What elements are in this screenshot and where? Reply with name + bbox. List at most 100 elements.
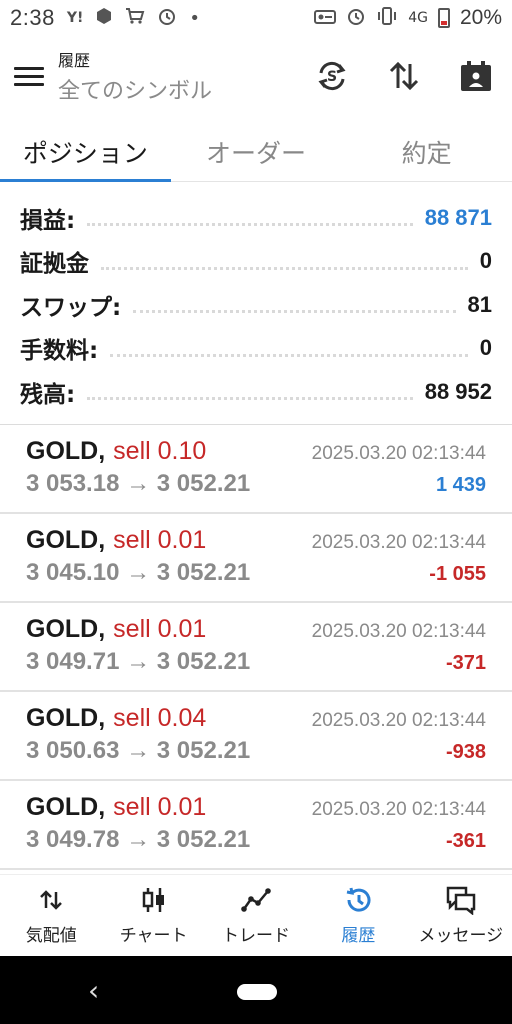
chart-icon xyxy=(140,885,168,915)
nav-label: メッセージ xyxy=(418,926,504,946)
summary-value: 0 xyxy=(479,248,492,274)
summary-label: 残高: xyxy=(20,381,76,408)
nav-label: チャート xyxy=(119,926,188,946)
trade-symbol: GOLD, xyxy=(26,793,106,821)
vibrate-icon xyxy=(376,6,398,30)
symbol-filter: 全てのシンボル xyxy=(58,79,213,104)
trade-side: sell 0.10 xyxy=(113,437,207,465)
list-item[interactable]: GOLD, sell 0.01 2025.03.20 02:13:44 3 04… xyxy=(0,514,512,603)
history-icon xyxy=(343,885,373,915)
summary-row-commission: 手数料: 0 xyxy=(0,327,512,371)
bottom-navigation: 気配値 チャート トレード 履歴 メッセージ xyxy=(0,874,512,956)
account-summary: 損益: 88 871 証拠金 0 スワップ: 81 手数料: 0 残高: 88 … xyxy=(0,196,512,414)
yahoo-icon: Y! xyxy=(66,10,84,26)
trade-profit: -1 055 xyxy=(429,563,486,585)
list-item[interactable]: GOLD, sell 0.01 2025.03.20 02:13:44 3 04… xyxy=(0,781,512,870)
trade-prices: 3 049.71 → 3 052.21 xyxy=(26,648,251,675)
home-pill[interactable] xyxy=(237,984,277,1000)
trade-symbol: GOLD, xyxy=(26,526,106,554)
summary-label: 手数料: xyxy=(20,338,99,365)
nav-label: 気配値 xyxy=(25,926,77,946)
trade-profit: -371 xyxy=(445,652,486,674)
trade-prices: 3 049.78 → 3 052.21 xyxy=(26,826,251,853)
sort-button[interactable] xyxy=(368,46,440,106)
list-item[interactable]: GOLD, sell 0.04 2025.03.20 02:13:44 3 05… xyxy=(0,692,512,781)
messages-icon xyxy=(445,885,477,915)
sort-icon xyxy=(389,61,419,91)
trade-prices: 3 053.18 → 3 052.21 xyxy=(26,470,251,497)
currency-convert-button[interactable]: S xyxy=(296,46,368,106)
back-icon[interactable]: ‹ xyxy=(88,974,99,1007)
cube-icon xyxy=(95,7,113,29)
tab-positions[interactable]: ポジション xyxy=(0,122,171,182)
vpn-icon xyxy=(314,7,337,29)
app-bar: 履歴 全てのシンボル S xyxy=(0,40,512,112)
tab-orders[interactable]: オーダー xyxy=(171,122,342,181)
summary-row-profit: 損益: 88 871 xyxy=(0,196,512,240)
dotted-leader xyxy=(133,310,456,314)
svg-text:S: S xyxy=(327,69,337,85)
nav-chart[interactable]: チャート xyxy=(102,875,204,956)
calendar-icon xyxy=(461,61,491,91)
title-block[interactable]: 履歴 全てのシンボル xyxy=(58,47,212,105)
summary-value: 0 xyxy=(479,335,492,361)
battery-icon xyxy=(437,8,450,28)
status-time: 2:38 xyxy=(10,5,55,30)
tab-deals[interactable]: 約定 xyxy=(341,122,512,181)
trade-side: sell 0.04 xyxy=(113,704,207,732)
alarm-icon xyxy=(157,6,177,30)
trade-profit: -938 xyxy=(445,741,486,763)
trade-time: 2025.03.20 02:13:44 xyxy=(311,443,486,464)
status-bar: 2:38 Y! • 4G 20% xyxy=(0,0,512,36)
dotted-leader xyxy=(110,353,468,357)
tab-bar: ポジション オーダー 約定 xyxy=(0,122,512,182)
trade-prices: 3 050.63 → 3 052.21 xyxy=(26,737,251,764)
nav-label: トレード xyxy=(222,926,291,946)
trade-symbol: GOLD, xyxy=(26,704,106,732)
dotted-leader xyxy=(101,266,468,270)
trade-side: sell 0.01 xyxy=(113,526,207,554)
network-label: 4G xyxy=(408,10,428,26)
trade-list: GOLD, sell 0.10 2025.03.20 02:13:44 3 05… xyxy=(0,425,512,870)
summary-value: 88 871 xyxy=(424,204,492,230)
menu-icon[interactable] xyxy=(14,66,44,86)
nav-trade[interactable]: トレード xyxy=(205,875,307,956)
cart-icon xyxy=(125,7,145,29)
trade-profit: 1 439 xyxy=(435,474,486,496)
nav-messages[interactable]: メッセージ xyxy=(410,875,512,956)
list-item[interactable]: GOLD, sell 0.10 2025.03.20 02:13:44 3 05… xyxy=(0,425,512,514)
trade-time: 2025.03.20 02:13:44 xyxy=(311,710,486,731)
page-title: 履歴 xyxy=(58,51,91,70)
trade-icon xyxy=(241,885,271,915)
summary-row-margin: 証拠金 0 xyxy=(0,240,512,284)
list-item[interactable]: GOLD, sell 0.01 2025.03.20 02:13:44 3 04… xyxy=(0,603,512,692)
trade-profit: -361 xyxy=(445,830,486,852)
trade-time: 2025.03.20 02:13:44 xyxy=(311,621,486,642)
trade-side: sell 0.01 xyxy=(113,615,207,643)
currency-convert-icon: S xyxy=(318,61,346,91)
summary-row-swap: スワップ: 81 xyxy=(0,283,512,327)
summary-label: スワップ: xyxy=(20,294,122,321)
alarm-icon xyxy=(346,6,366,30)
dotted-leader xyxy=(87,223,413,227)
nav-quotes[interactable]: 気配値 xyxy=(0,875,102,956)
summary-value: 88 952 xyxy=(424,378,492,404)
summary-label: 損益: xyxy=(20,207,76,234)
trade-time: 2025.03.20 02:13:44 xyxy=(311,532,486,553)
summary-label: 証拠金 xyxy=(20,251,89,278)
trade-symbol: GOLD, xyxy=(26,615,106,643)
trade-symbol: GOLD, xyxy=(26,437,106,465)
summary-row-balance: 残高: 88 952 xyxy=(0,370,512,414)
calendar-button[interactable] xyxy=(440,46,512,106)
nav-history[interactable]: 履歴 xyxy=(307,875,409,956)
dot-indicator: • xyxy=(189,7,200,29)
trade-prices: 3 045.10 → 3 052.21 xyxy=(26,559,251,586)
summary-value: 81 xyxy=(467,291,492,317)
system-navigation: ‹ xyxy=(0,956,512,1024)
dotted-leader xyxy=(87,397,413,401)
nav-label: 履歴 xyxy=(341,926,376,946)
trade-time: 2025.03.20 02:13:44 xyxy=(311,799,486,820)
battery-level: 20% xyxy=(459,6,502,29)
trade-side: sell 0.01 xyxy=(113,793,207,821)
quotes-icon xyxy=(38,885,64,915)
